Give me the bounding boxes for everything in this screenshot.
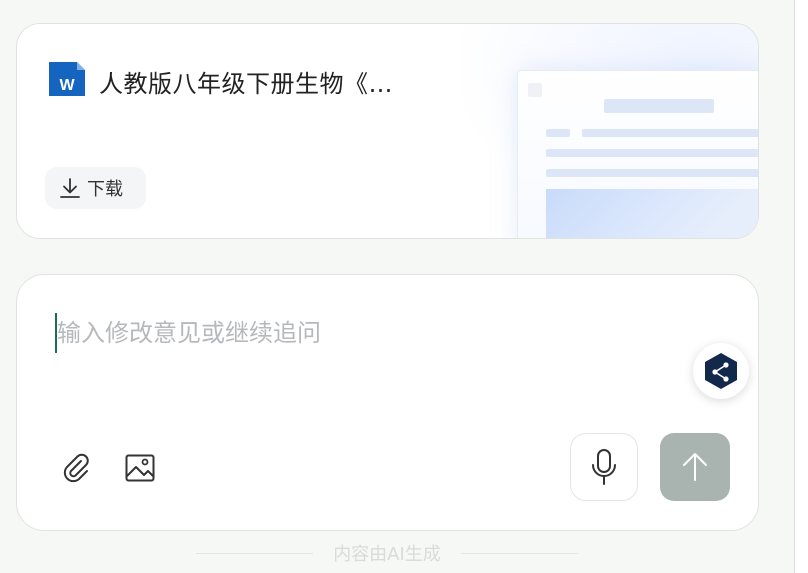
preview-image-block	[546, 189, 758, 238]
divider-right	[460, 552, 578, 554]
document-preview-thumbnail	[517, 70, 758, 238]
preview-heading-bar	[604, 99, 714, 113]
download-button[interactable]: 下载	[45, 167, 146, 209]
composer-card	[16, 274, 759, 531]
preview-line	[546, 129, 570, 137]
chat-page: W 人教版八年级下册生物《… 下载 输入修改意见或继续追问 内容由AI生成	[0, 0, 808, 573]
preview-line	[582, 129, 758, 137]
send-button[interactable]	[660, 433, 730, 501]
ai-generated-note: 内容由AI生成	[196, 540, 578, 566]
microphone-icon	[592, 449, 616, 485]
file-title: 人教版八年级下册生物《…	[99, 70, 393, 98]
ai-generated-text: 内容由AI生成	[333, 544, 441, 565]
attach-button[interactable]	[59, 451, 93, 485]
word-doc-icon: W	[49, 62, 85, 96]
file-type-letter: W	[59, 77, 75, 94]
download-label: 下载	[87, 179, 123, 200]
file-card[interactable]: W 人教版八年级下册生物《… 下载	[16, 23, 759, 239]
preview-line	[546, 149, 758, 157]
arrow-up-icon	[683, 453, 707, 481]
voice-input-button[interactable]	[570, 433, 638, 501]
paperclip-icon	[63, 453, 89, 483]
preview-corner	[528, 83, 542, 97]
preview-line	[546, 169, 758, 177]
image-upload-button[interactable]	[123, 451, 157, 485]
image-icon	[125, 454, 155, 482]
divider-left	[196, 552, 314, 554]
floating-assistant-button[interactable]	[693, 343, 749, 399]
right-edge-panel	[794, 0, 808, 573]
download-icon	[60, 178, 80, 198]
prompt-input[interactable]	[57, 315, 657, 351]
share-hex-icon	[705, 353, 737, 389]
